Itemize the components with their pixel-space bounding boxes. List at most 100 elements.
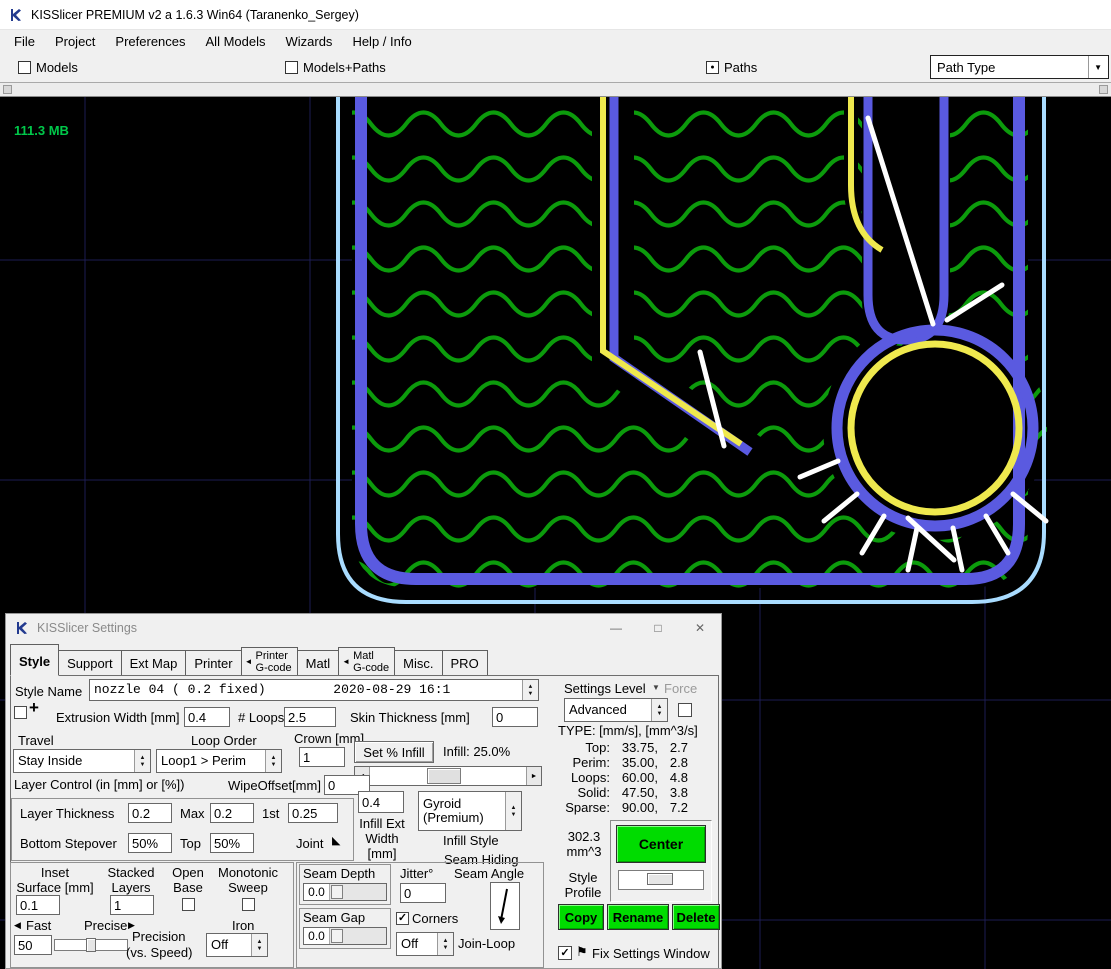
bottom-stepover-field[interactable]	[128, 833, 172, 853]
spinner[interactable]: ▲▼	[505, 792, 521, 830]
path-type-select[interactable]: Path Type ▼	[930, 55, 1109, 79]
add-style-icon[interactable]: +	[29, 700, 39, 715]
seam-gap-label: Seam Gap	[303, 910, 365, 925]
menu-wizards[interactable]: Wizards	[275, 32, 342, 51]
joint-arrow-icon[interactable]: ◣	[332, 834, 340, 849]
travel-select[interactable]: Stay Inside ▲▼	[13, 749, 151, 773]
seam-gap-slider[interactable]: 0.0	[303, 927, 387, 945]
max-field[interactable]	[210, 803, 254, 823]
corners-checkbox[interactable]: ✓	[396, 912, 409, 925]
first-layer-label: 1st	[262, 806, 279, 821]
first-layer-field[interactable]	[288, 803, 338, 823]
tab-matl[interactable]: Matl	[297, 650, 340, 676]
set-infill-button[interactable]: Set % Infill	[354, 741, 434, 763]
radio-paths[interactable]: ● Paths	[706, 60, 757, 75]
minimize-icon[interactable]: —	[595, 614, 637, 642]
tab-ext-map[interactable]: Ext Map	[121, 650, 187, 676]
loop-order-select[interactable]: Loop1 > Perim ▲▼	[156, 749, 282, 773]
memory-usage-label: 111.3 MB	[14, 123, 69, 138]
open-base-checkbox[interactable]	[182, 898, 195, 911]
rename-button[interactable]: Rename	[607, 904, 669, 930]
precision-value-field[interactable]	[14, 935, 52, 955]
crown-field[interactable]	[299, 747, 345, 767]
menu-project[interactable]: Project	[45, 32, 105, 51]
settings-level-label: Settings Level	[564, 681, 646, 696]
copy-button[interactable]: Copy	[558, 904, 604, 930]
tab-misc[interactable]: Misc.	[394, 650, 442, 676]
force-arrow-icon[interactable]: ▼	[652, 682, 660, 694]
precision-slider[interactable]	[54, 939, 128, 951]
tab-style[interactable]: Style	[10, 644, 59, 676]
skin-thickness-field[interactable]	[492, 707, 538, 727]
up-arrow-icon: ▲	[657, 704, 663, 710]
speed-row: Top:33.75,2.7	[558, 740, 688, 755]
layer-thickness-field[interactable]	[128, 803, 172, 823]
up-arrow-icon: ▲	[443, 938, 449, 944]
seam-angle-dial[interactable]	[490, 882, 520, 930]
spinner[interactable]: ▲▼	[265, 750, 281, 772]
delete-button[interactable]: Delete	[672, 904, 720, 930]
infill-style-select[interactable]: Gyroid (Premium) ▲▼	[418, 791, 522, 831]
maximize-icon[interactable]: □	[637, 614, 679, 642]
extrusion-width-field[interactable]	[184, 707, 230, 727]
jitter-label: Jitter°	[400, 866, 433, 881]
slider-left-cap[interactable]	[3, 85, 12, 94]
slider-right-cap[interactable]	[1099, 85, 1108, 94]
style-checkbox[interactable]	[14, 706, 27, 719]
joint-label: Joint	[296, 836, 323, 851]
tab-printer-gcode[interactable]: ◄Printer G-code	[241, 647, 298, 676]
seam-depth-thumb[interactable]	[331, 885, 343, 899]
num-loops-field[interactable]	[284, 707, 336, 727]
down-arrow-icon: ▼	[140, 762, 146, 768]
menu-preferences[interactable]: Preferences	[105, 32, 195, 51]
radio-models-paths[interactable]: Models+Paths	[285, 60, 386, 75]
join-loop-label: Join-Loop	[458, 936, 515, 951]
tab-matl-gcode[interactable]: ◄Matl G-code	[338, 647, 395, 676]
top-stepover-field[interactable]	[210, 833, 254, 853]
style-name-select[interactable]: nozzle 04 ( 0.2 fixed) 2020-08-29 16:1 ▲…	[89, 679, 539, 701]
monotonic-sweep-checkbox[interactable]	[242, 898, 255, 911]
layer-control-label: Layer Control (in [mm] or [%])	[14, 777, 185, 792]
menu-help-info[interactable]: Help / Info	[342, 32, 421, 51]
menu-all-models[interactable]: All Models	[196, 32, 276, 51]
inset-surface-field[interactable]	[16, 895, 60, 915]
iron-select[interactable]: Off ▲▼	[206, 933, 268, 957]
tab-pro[interactable]: PRO	[442, 650, 488, 676]
style-profile-label: Style Profile	[558, 870, 608, 900]
spinner[interactable]: ▲▼	[251, 934, 267, 956]
stacked-layers-label: Stacked Layers	[102, 865, 160, 895]
down-arrow-icon: ▼	[257, 946, 263, 952]
level-checkbox[interactable]	[678, 703, 692, 717]
corners-label: Corners	[412, 911, 458, 926]
stacked-layers-field[interactable]	[110, 895, 154, 915]
spinner[interactable]: ▲▼	[651, 699, 667, 721]
jitter-field[interactable]	[400, 883, 446, 903]
spinner[interactable]: ▲▼	[522, 680, 538, 700]
close-icon[interactable]: ✕	[679, 614, 721, 642]
join-loop-select[interactable]: Off ▲▼	[396, 932, 454, 956]
center-button[interactable]: Center	[616, 825, 706, 863]
settings-title-bar[interactable]: KISSlicer Settings — □ ✕	[6, 614, 721, 642]
infill-ext-width-field[interactable]	[358, 791, 404, 813]
radio-box	[285, 61, 298, 74]
precision-slider-thumb[interactable]	[86, 938, 96, 952]
layer-thickness-label: Layer Thickness	[20, 806, 114, 821]
radio-models-paths-label: Models+Paths	[303, 60, 386, 75]
radio-models[interactable]: Models	[18, 60, 78, 75]
profile-slider[interactable]	[618, 870, 704, 890]
spinner[interactable]: ▲▼	[437, 933, 453, 955]
profile-slider-thumb[interactable]	[647, 873, 673, 885]
tab-printer[interactable]: Printer	[185, 650, 241, 676]
tab-support[interactable]: Support	[58, 650, 122, 676]
fast-arrow-icon: ◀	[14, 919, 21, 931]
spinner[interactable]: ▲▼	[134, 750, 150, 772]
seam-depth-slider[interactable]: 0.0	[303, 883, 387, 901]
layer-slider[interactable]	[0, 82, 1111, 97]
menu-file[interactable]: File	[4, 32, 45, 51]
seam-gap-thumb[interactable]	[331, 929, 343, 943]
slider-right-icon[interactable]: ►	[526, 767, 541, 785]
settings-level-select[interactable]: Advanced ▲▼	[564, 698, 668, 722]
infill-slider-thumb[interactable]	[427, 768, 461, 784]
fix-settings-checkbox[interactable]: ✓	[558, 946, 572, 960]
infill-slider[interactable]: ◄ ►	[354, 766, 542, 786]
